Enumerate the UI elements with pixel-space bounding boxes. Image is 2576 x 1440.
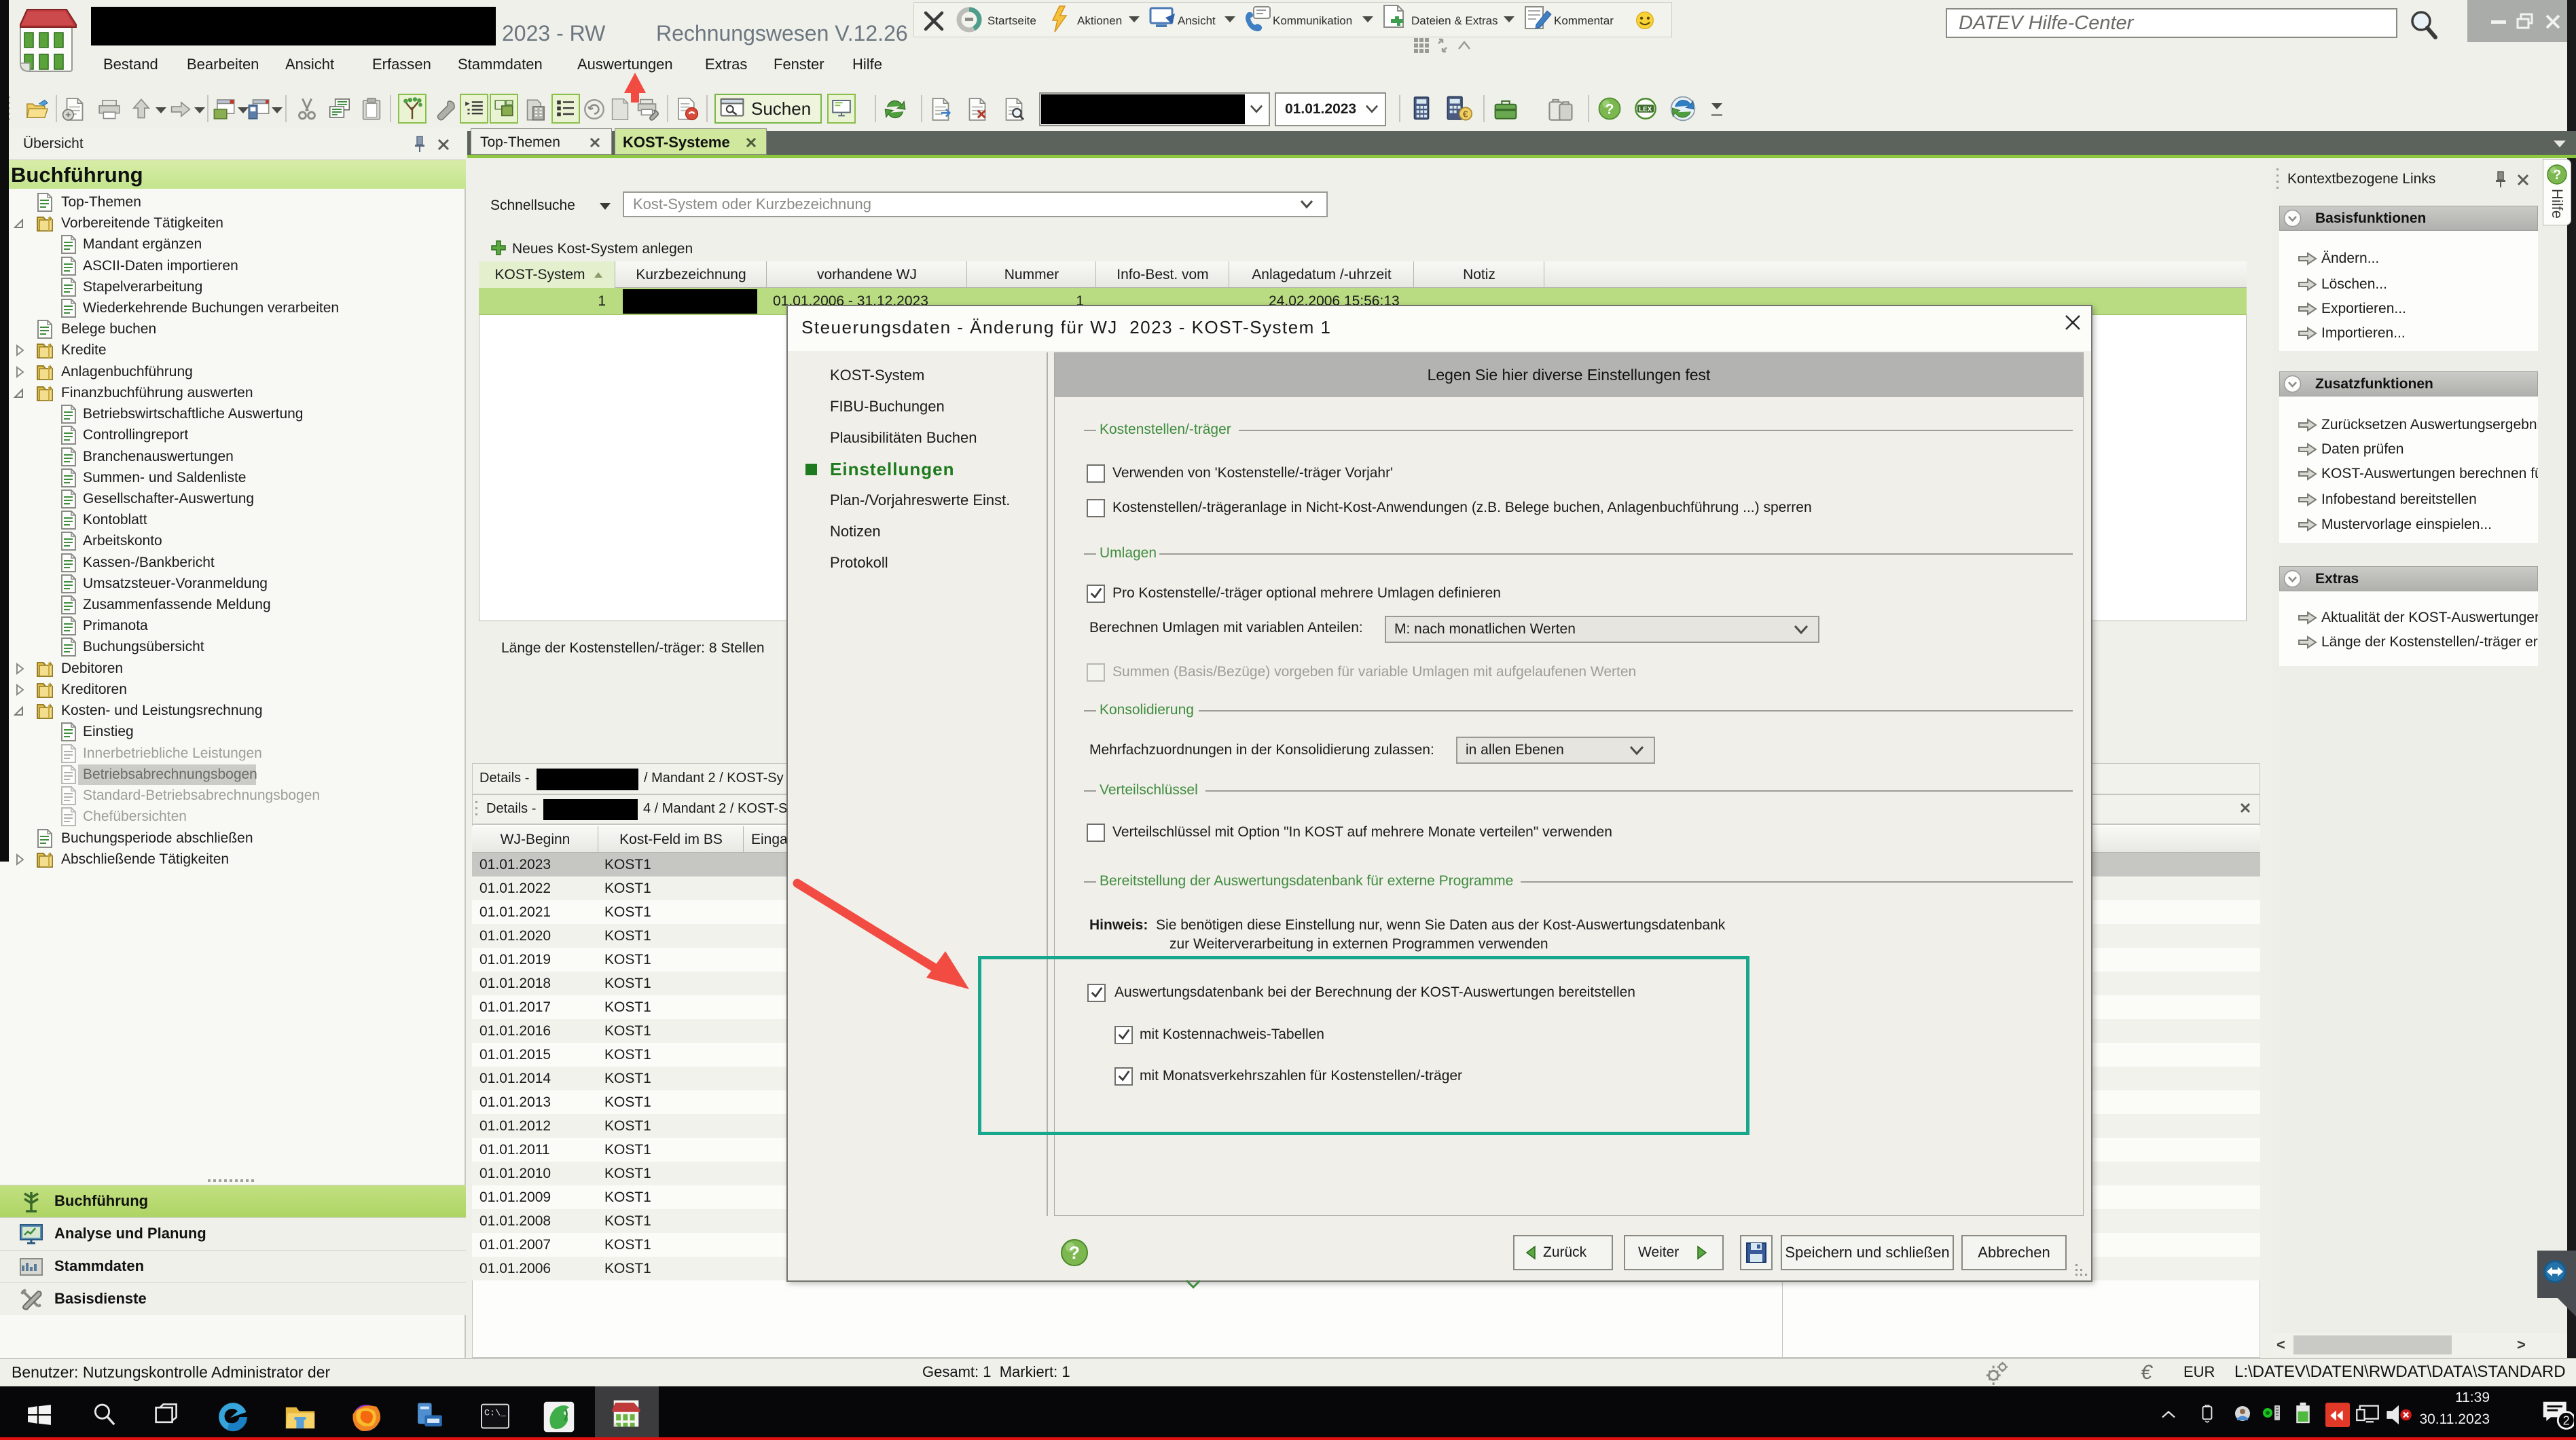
svg-text:€: €: [1463, 109, 1468, 119]
svg-text:?: ?: [2553, 168, 2561, 183]
svg-text:LEX: LEX: [1639, 106, 1652, 113]
svg-text:?: ?: [1605, 100, 1614, 117]
svg-text:2: 2: [2563, 1414, 2570, 1428]
svg-text:C:\_: C:\_: [484, 1409, 507, 1419]
svg-text:?: ?: [1069, 1242, 1080, 1263]
